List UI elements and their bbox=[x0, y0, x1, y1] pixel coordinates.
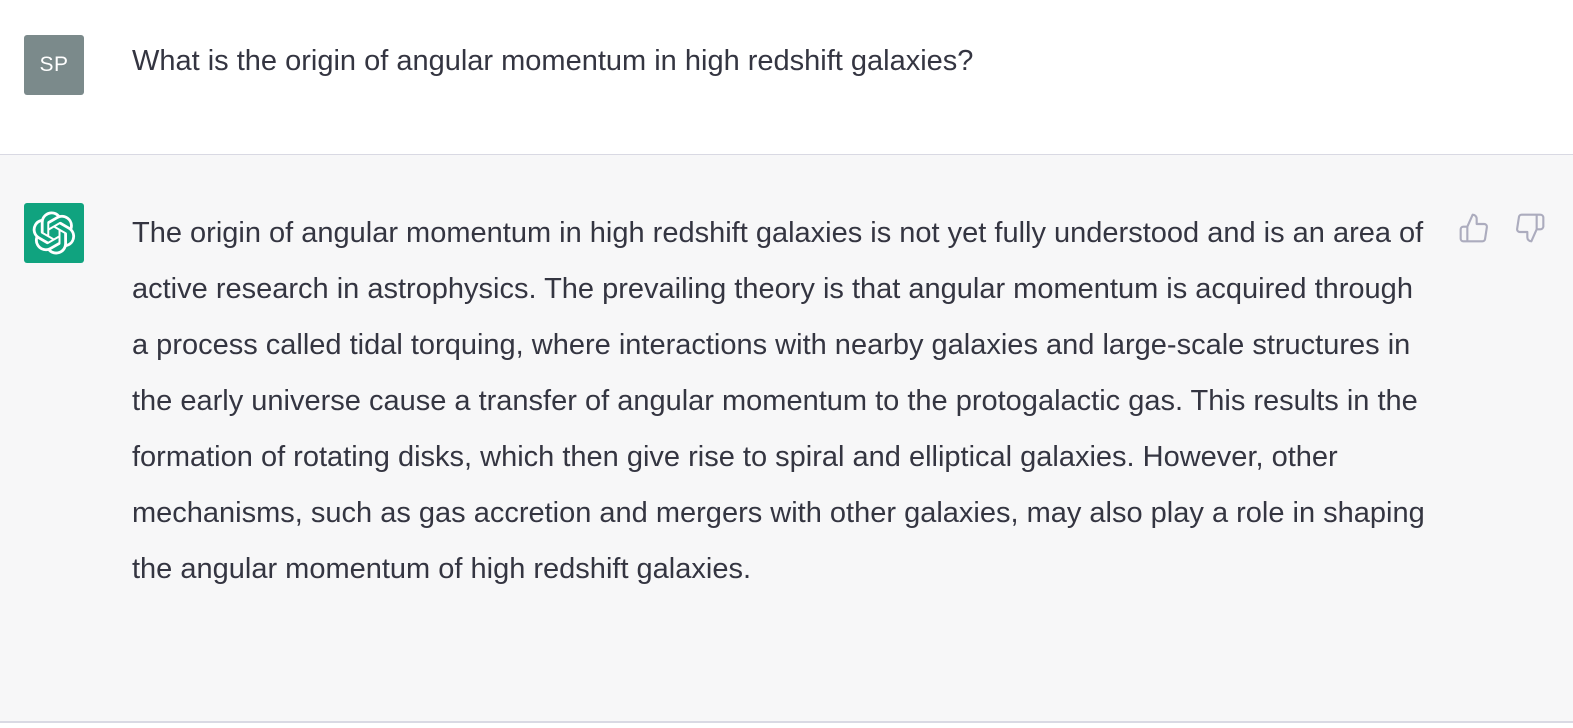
user-message-text: What is the origin of angular momentum i… bbox=[132, 45, 974, 77]
user-avatar: SP bbox=[24, 35, 84, 95]
thumbs-down-button[interactable] bbox=[1513, 211, 1547, 245]
assistant-avatar bbox=[24, 203, 84, 263]
thumbs-up-button[interactable] bbox=[1457, 211, 1491, 245]
user-avatar-initials: SP bbox=[39, 53, 69, 76]
assistant-message: The origin of angular momentum in high r… bbox=[0, 155, 1573, 723]
assistant-message-text: The origin of angular momentum in high r… bbox=[132, 217, 1425, 585]
feedback-buttons bbox=[1457, 211, 1547, 245]
user-message: SP What is the origin of angular momentu… bbox=[0, 0, 1573, 155]
openai-logo-icon bbox=[32, 211, 76, 255]
thumbs-down-icon bbox=[1516, 213, 1545, 243]
thumbs-up-icon bbox=[1459, 213, 1488, 243]
